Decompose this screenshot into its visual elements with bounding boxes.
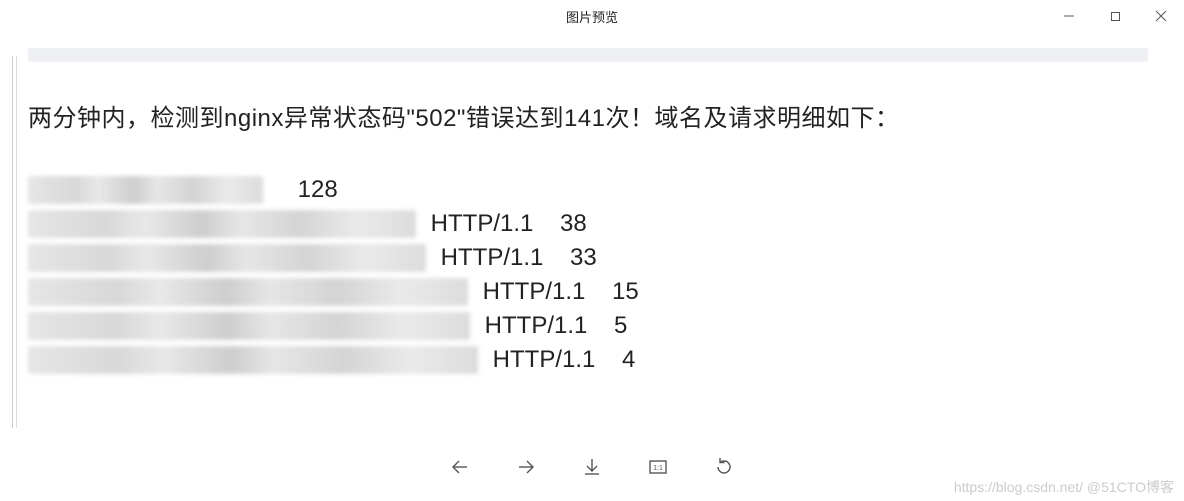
close-button[interactable] bbox=[1138, 0, 1184, 32]
svg-text:1:1: 1:1 bbox=[653, 465, 663, 472]
spacer bbox=[271, 176, 298, 204]
titlebar: 图片预览 bbox=[0, 0, 1184, 32]
download-button[interactable] bbox=[578, 453, 606, 481]
prev-button[interactable] bbox=[446, 453, 474, 481]
redacted-domain bbox=[28, 244, 426, 272]
window-controls bbox=[1046, 0, 1184, 32]
redacted-domain bbox=[28, 346, 478, 374]
redacted-domain bbox=[28, 312, 470, 340]
cropped-strip bbox=[28, 48, 1148, 62]
next-button[interactable] bbox=[512, 453, 540, 481]
detail-row: 128 bbox=[28, 173, 1170, 207]
rotate-button[interactable] bbox=[710, 453, 738, 481]
arrow-left-icon bbox=[449, 456, 471, 478]
count-value: 33 bbox=[570, 244, 597, 272]
close-icon bbox=[1155, 10, 1167, 22]
original-size-button[interactable]: 1:1 bbox=[644, 453, 672, 481]
detail-row: HTTP/1.1 5 bbox=[28, 309, 1170, 343]
alert-message: 两分钟内，检测到nginx异常状态码"502"错误达到141次！域名及请求明细如… bbox=[28, 98, 1170, 133]
redacted-domain bbox=[28, 278, 468, 306]
protocol-label: HTTP/1.1 bbox=[476, 278, 612, 306]
window-title: 图片预览 bbox=[566, 7, 618, 26]
protocol-label: HTTP/1.1 bbox=[434, 244, 570, 272]
count-value: 15 bbox=[612, 278, 639, 306]
one-to-one-icon: 1:1 bbox=[647, 456, 669, 478]
minimize-button[interactable] bbox=[1046, 0, 1092, 32]
redacted-domain bbox=[28, 176, 263, 204]
detail-rows: 128 HTTP/1.1 38 HTTP/1.1 33 HTTP/1.1 15 … bbox=[28, 173, 1170, 377]
detail-row: HTTP/1.1 4 bbox=[28, 343, 1170, 377]
count-value: 38 bbox=[560, 210, 587, 238]
count-value: 5 bbox=[614, 312, 627, 340]
redacted-domain bbox=[28, 210, 416, 238]
maximize-icon bbox=[1110, 11, 1121, 22]
protocol-label: HTTP/1.1 bbox=[478, 312, 614, 340]
count-value: 128 bbox=[298, 176, 338, 204]
rotate-icon bbox=[713, 456, 735, 478]
download-icon bbox=[581, 456, 603, 478]
left-border bbox=[12, 56, 17, 428]
detail-row: HTTP/1.1 33 bbox=[28, 241, 1170, 275]
count-value: 4 bbox=[622, 346, 635, 374]
detail-row: HTTP/1.1 38 bbox=[28, 207, 1170, 241]
maximize-button[interactable] bbox=[1092, 0, 1138, 32]
minimize-icon bbox=[1063, 10, 1075, 22]
protocol-label: HTTP/1.1 bbox=[424, 210, 560, 238]
arrow-right-icon bbox=[515, 456, 537, 478]
preview-content: 两分钟内，检测到nginx异常状态码"502"错误达到141次！域名及请求明细如… bbox=[28, 48, 1170, 377]
preview-viewport[interactable]: 两分钟内，检测到nginx异常状态码"502"错误达到141次！域名及请求明细如… bbox=[12, 48, 1170, 428]
protocol-label: HTTP/1.1 bbox=[486, 346, 622, 374]
detail-row: HTTP/1.1 15 bbox=[28, 275, 1170, 309]
preview-toolbar: 1:1 bbox=[0, 447, 1184, 487]
